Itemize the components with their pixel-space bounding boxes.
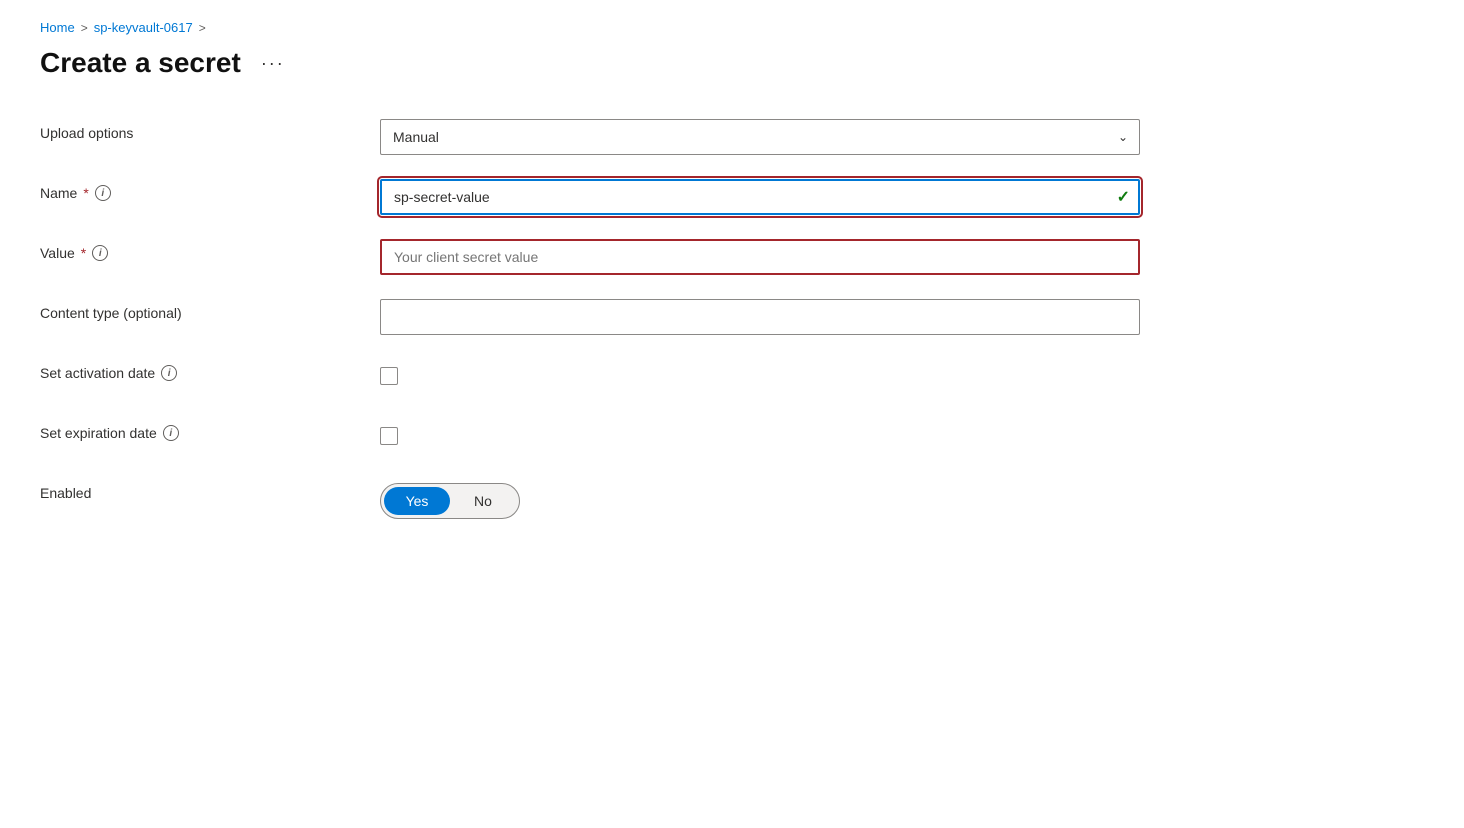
upload-options-select[interactable]: Manual Certificate — [380, 119, 1140, 155]
name-control: ✓ — [380, 179, 1140, 215]
value-row: Value * i — [40, 239, 1140, 275]
name-label: Name — [40, 185, 77, 201]
enabled-control: Yes No — [380, 479, 1140, 519]
enabled-yes-option[interactable]: Yes — [384, 487, 450, 515]
value-label: Value — [40, 245, 75, 261]
breadcrumb-keyvault[interactable]: sp-keyvault-0617 — [94, 20, 193, 35]
content-type-input-wrapper — [380, 299, 1140, 335]
check-icon: ✓ — [1117, 187, 1130, 207]
breadcrumb-separator-1: > — [81, 21, 88, 35]
expiration-date-info-icon[interactable]: i — [163, 425, 179, 441]
name-info-icon[interactable]: i — [95, 185, 111, 201]
form-container: Upload options Manual Certificate ⌄ Name… — [40, 119, 1140, 519]
content-type-label-col: Content type (optional) — [40, 299, 380, 321]
name-required-star: * — [83, 185, 88, 201]
content-type-input[interactable] — [380, 299, 1140, 335]
breadcrumb-separator-2: > — [199, 21, 206, 35]
expiration-date-row: Set expiration date i — [40, 419, 1140, 455]
value-label-col: Value * i — [40, 239, 380, 261]
value-input-wrapper — [380, 239, 1140, 275]
activation-date-checkbox[interactable] — [380, 367, 398, 385]
page-container: Home > sp-keyvault-0617 > Create a secre… — [0, 0, 1464, 583]
breadcrumb-home[interactable]: Home — [40, 20, 75, 35]
activation-date-control — [380, 359, 1140, 388]
content-type-row: Content type (optional) — [40, 299, 1140, 335]
content-type-label: Content type (optional) — [40, 305, 182, 321]
enabled-row: Enabled Yes No — [40, 479, 1140, 519]
name-input[interactable] — [380, 179, 1140, 215]
page-header: Create a secret ··· — [40, 47, 1424, 79]
more-options-button[interactable]: ··· — [253, 49, 293, 78]
expiration-date-label: Set expiration date — [40, 425, 157, 441]
value-info-icon[interactable]: i — [92, 245, 108, 261]
expiration-date-label-col: Set expiration date i — [40, 419, 380, 441]
activation-date-label-col: Set activation date i — [40, 359, 380, 381]
value-control — [380, 239, 1140, 275]
activation-date-label: Set activation date — [40, 365, 155, 381]
name-input-wrapper: ✓ — [380, 179, 1140, 215]
activation-date-info-icon[interactable]: i — [161, 365, 177, 381]
value-required-star: * — [81, 245, 86, 261]
upload-options-label: Upload options — [40, 119, 380, 141]
content-type-control — [380, 299, 1140, 335]
upload-options-row: Upload options Manual Certificate ⌄ — [40, 119, 1140, 155]
enabled-no-option[interactable]: No — [450, 487, 516, 515]
upload-options-select-wrapper: Manual Certificate ⌄ — [380, 119, 1140, 155]
enabled-toggle[interactable]: Yes No — [380, 483, 520, 519]
upload-options-control: Manual Certificate ⌄ — [380, 119, 1140, 155]
enabled-label-col: Enabled — [40, 479, 380, 501]
activation-date-row: Set activation date i — [40, 359, 1140, 395]
name-label-col: Name * i — [40, 179, 380, 201]
expiration-date-control — [380, 419, 1140, 448]
breadcrumb: Home > sp-keyvault-0617 > — [40, 20, 1424, 35]
page-title: Create a secret — [40, 47, 241, 79]
enabled-label: Enabled — [40, 485, 91, 501]
name-row: Name * i ✓ — [40, 179, 1140, 215]
value-input[interactable] — [380, 239, 1140, 275]
expiration-date-checkbox[interactable] — [380, 427, 398, 445]
